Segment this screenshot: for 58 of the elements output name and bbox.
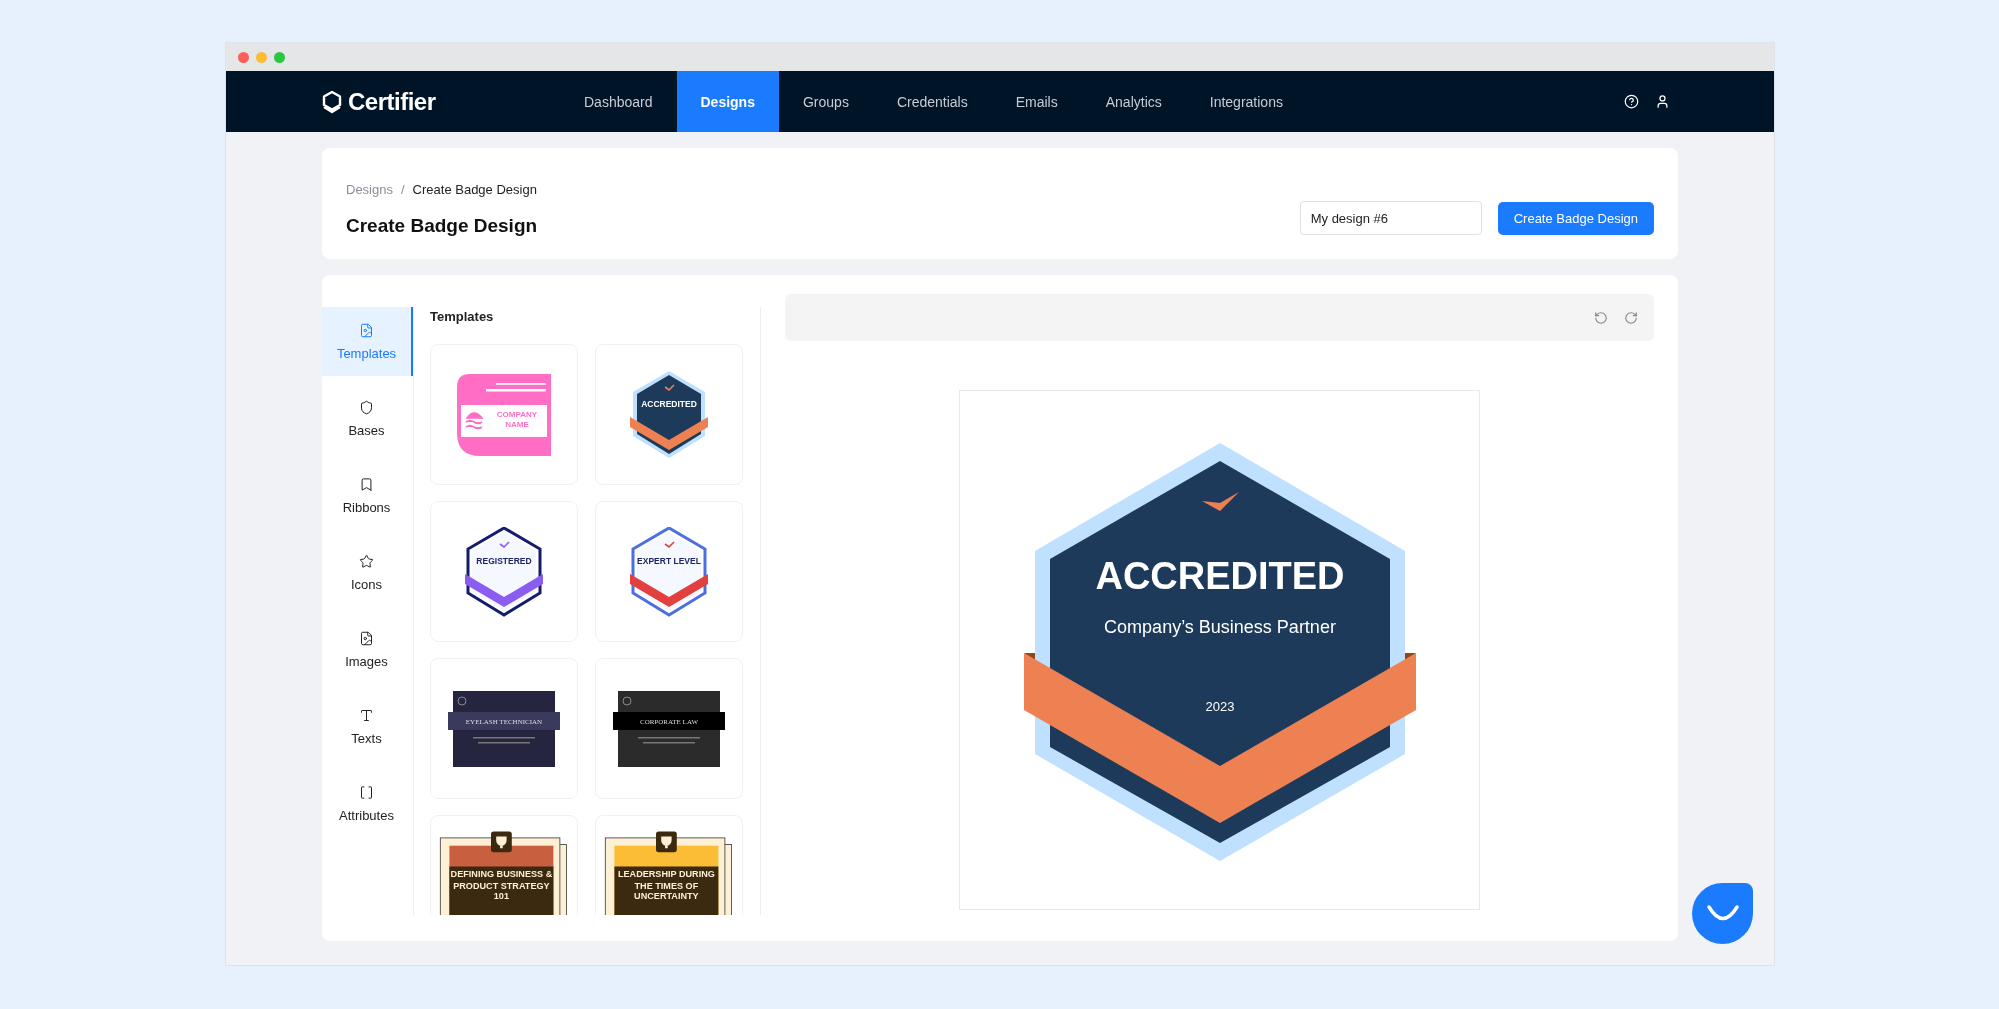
badge-year: 2023 xyxy=(1205,699,1235,714)
badge-title: ACCREDITED xyxy=(1095,555,1345,597)
template-card[interactable]: DEFINING BUSINESS & PRODUCT STRATEGY 101 xyxy=(430,815,578,915)
breadcrumb-current: Create Badge Design xyxy=(412,182,537,197)
help-icon[interactable] xyxy=(1624,94,1639,109)
design-name-field[interactable]: My design #6 xyxy=(1299,201,1482,235)
text-icon xyxy=(359,707,374,723)
page-title: Create Badge Design xyxy=(346,215,538,237)
side-tab-label: Ribbons xyxy=(342,499,391,515)
create-badge-design-button[interactable]: Create Badge Design xyxy=(1497,201,1654,235)
side-tab-label: Icons xyxy=(350,576,383,592)
template-card[interactable]: LEADERSHIP DURING THE TIMES OF UNCERTAINTY xyxy=(595,815,743,915)
template-title: REGISTERED xyxy=(476,555,532,566)
side-tab-label: Templates xyxy=(336,345,397,361)
star-icon xyxy=(359,553,374,569)
logo-text: Certifier xyxy=(348,87,436,116)
side-tab[interactable]: Attributes xyxy=(322,769,413,838)
chat-button[interactable] xyxy=(1692,883,1753,944)
nav-tab[interactable]: Emails xyxy=(991,71,1082,132)
nav-tab[interactable]: Groups xyxy=(778,71,873,132)
template-title: EXPERT LEVEL xyxy=(637,555,701,566)
side-tab-label: Images xyxy=(345,653,388,669)
side-tab[interactable]: Templates xyxy=(322,307,413,376)
template-card[interactable]: ACCREDITED xyxy=(595,344,743,485)
side-tab[interactable]: Ribbons xyxy=(322,461,413,530)
nav-tab[interactable]: Dashboard xyxy=(560,71,677,132)
template-title: DEFINING BUSINESS & PRODUCT STRATEGY 101 xyxy=(449,869,554,903)
template-card[interactable]: EXPERT LEVEL xyxy=(595,501,743,642)
minimize-dot[interactable] xyxy=(256,51,267,63)
close-dot[interactable] xyxy=(238,51,249,63)
logo-icon xyxy=(322,89,342,114)
redo-icon[interactable] xyxy=(1624,310,1638,325)
nav-tab[interactable]: Designs xyxy=(676,71,779,132)
maximize-dot[interactable] xyxy=(274,51,285,63)
side-tab-label: Attributes xyxy=(339,807,394,823)
template-card[interactable]: REGISTERED xyxy=(430,501,578,642)
side-tab[interactable]: Texts xyxy=(322,692,413,761)
side-tab[interactable]: Images xyxy=(322,615,413,684)
nav-tab[interactable]: Analytics xyxy=(1081,71,1186,132)
template-title: ACCREDITED xyxy=(641,398,697,409)
templates-heading: Templates xyxy=(430,309,495,324)
user-icon[interactable] xyxy=(1655,94,1670,109)
undo-icon[interactable] xyxy=(1594,310,1608,325)
nav-tab[interactable]: Credentials xyxy=(872,71,992,132)
shield-icon xyxy=(359,399,374,415)
badge-subtitle: Company’s Business Partner xyxy=(1104,617,1336,637)
bookmark-icon xyxy=(359,476,374,492)
side-tab[interactable]: Bases xyxy=(322,384,413,453)
template-icon xyxy=(359,322,374,338)
nav-tab[interactable]: Integrations xyxy=(1185,71,1307,132)
brackets-icon xyxy=(359,784,374,800)
template-title: COMPANY NAME xyxy=(495,409,539,430)
side-tab-label: Texts xyxy=(351,730,382,746)
side-tab[interactable]: Icons xyxy=(322,538,413,607)
template-title: LEADERSHIP DURING THE TIMES OF UNCERTAINTY xyxy=(616,869,716,903)
side-tab-label: Bases xyxy=(348,422,385,438)
image-file-icon xyxy=(359,630,374,646)
breadcrumb-separator: / xyxy=(400,182,405,197)
